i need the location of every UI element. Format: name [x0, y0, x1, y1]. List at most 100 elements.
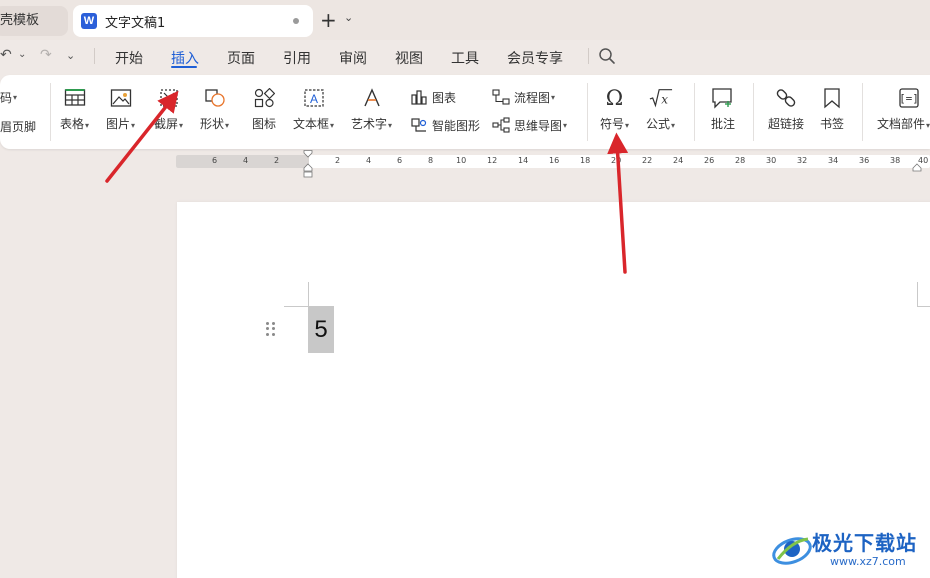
margin-corner-mark	[308, 282, 309, 306]
document-parts-label: 文档部件	[877, 117, 926, 131]
header-footer-button[interactable]: 眉页脚	[0, 118, 36, 135]
chart-button[interactable]: 图表	[410, 88, 456, 106]
menu-references[interactable]: 引用	[283, 48, 311, 68]
ruler-number: 8	[428, 156, 434, 165]
screenshot-button[interactable]: 截屏▾	[154, 86, 183, 132]
link-icon	[774, 86, 798, 110]
menu-member[interactable]: 会员专享	[507, 48, 563, 68]
site-watermark: 极光下载站 www.xz7.com	[770, 525, 925, 573]
menu-review[interactable]: 审阅	[339, 48, 367, 68]
formula-button[interactable]: x 公式▾	[646, 86, 675, 132]
page-number-label: 码	[0, 91, 13, 105]
menu-home[interactable]: 开始	[115, 48, 143, 68]
group-divider	[862, 83, 863, 141]
customize-chevron-icon[interactable]: ⌄	[66, 49, 75, 62]
svg-text:A: A	[310, 92, 318, 106]
chart-label: 图表	[432, 90, 457, 105]
right-indent-marker[interactable]	[912, 163, 922, 172]
chevron-down-icon: ▾	[13, 93, 18, 102]
chevron-down-icon: ▾	[179, 121, 184, 130]
chevron-down-icon[interactable]: ⌄	[344, 11, 353, 24]
ruler-number: 16	[549, 156, 560, 165]
picture-label: 图片	[106, 117, 131, 131]
first-line-indent-marker[interactable]	[303, 150, 313, 158]
paragraph-drag-handle-icon[interactable]	[266, 322, 276, 336]
unsaved-dot-icon[interactable]	[293, 18, 299, 24]
menu-insert[interactable]: 插入	[171, 48, 199, 68]
shapes-button[interactable]: 形状▾	[200, 86, 229, 132]
symbol-label: 符号	[600, 117, 625, 131]
ruler-number: 30	[766, 156, 777, 165]
mindmap-icon	[492, 116, 510, 134]
chevron-down-icon: ▾	[625, 121, 630, 130]
table-button[interactable]: 表格▾	[60, 86, 89, 132]
group-divider	[753, 83, 754, 141]
ruler-number: 36	[859, 156, 870, 165]
svg-text:[=]: [=]	[899, 92, 919, 105]
undo-button[interactable]: ↶	[0, 47, 12, 63]
ruler-number: 4	[243, 156, 249, 165]
smartart-button[interactable]: 智能图形	[410, 116, 480, 134]
table-label: 表格	[60, 117, 85, 131]
svg-text:x: x	[661, 93, 668, 107]
page-number-button[interactable]: 码 ▾	[0, 89, 17, 106]
textbox-button[interactable]: A 文本框▾	[293, 86, 334, 132]
ruler-number: 14	[518, 156, 529, 165]
undo-menu-chevron-icon[interactable]: ⌄	[18, 49, 26, 60]
document-parts-button[interactable]: [=] 文档部件▾	[877, 86, 930, 132]
chevron-down-icon: ▾	[388, 121, 393, 130]
menu-tools[interactable]: 工具	[451, 48, 479, 68]
ruler-number: 2	[274, 156, 280, 165]
shapes-label: 形状	[200, 117, 225, 131]
tab-document[interactable]: W 文字文稿1	[73, 5, 313, 37]
new-tab-button[interactable]: +	[320, 9, 337, 31]
flowchart-button[interactable]: 流程图 ▾	[492, 88, 555, 106]
selected-text[interactable]: 5	[308, 306, 334, 353]
mindmap-button[interactable]: 思维导图 ▾	[492, 116, 567, 134]
picture-button[interactable]: 图片▾	[106, 86, 135, 132]
margin-corner-mark	[284, 306, 308, 307]
chevron-down-icon: ▾	[563, 120, 568, 130]
chart-icon	[410, 88, 428, 106]
ruler-number: 38	[890, 156, 901, 165]
ruler-number: 12	[487, 156, 498, 165]
search-icon[interactable]	[598, 47, 616, 65]
smartart-label: 智能图形	[432, 118, 481, 133]
group-divider	[587, 83, 588, 141]
bookmark-label: 书签	[820, 117, 845, 131]
textbox-label: 文本框	[293, 117, 330, 131]
header-footer-label: 眉页脚	[0, 120, 37, 134]
hyperlink-button[interactable]: 超链接	[768, 86, 804, 132]
group-divider	[50, 83, 51, 141]
shapes-icon	[203, 86, 227, 110]
wordart-button[interactable]: 艺术字▾	[351, 86, 392, 132]
menu-page[interactable]: 页面	[227, 48, 255, 68]
omega-icon: Ω	[605, 86, 624, 110]
comment-label: 批注	[711, 117, 736, 131]
ruler-number: 6	[397, 156, 403, 165]
left-indent-marker[interactable]	[303, 163, 313, 179]
comment-icon	[711, 86, 735, 110]
picture-icon	[109, 86, 133, 110]
horizontal-ruler[interactable]: 6 4 2 2 4 6 8 10 12 14 16 18 20 22 24 26…	[176, 155, 930, 168]
chevron-down-icon: ▾	[85, 121, 90, 130]
menu-view[interactable]: 视图	[395, 48, 423, 68]
chevron-down-icon: ▾	[330, 121, 335, 130]
ruler-number: 26	[704, 156, 715, 165]
divider	[94, 48, 95, 64]
formula-label: 公式	[646, 117, 671, 131]
group-divider	[694, 83, 695, 141]
document-page[interactable]	[177, 202, 930, 578]
icons-button[interactable]: 图标	[252, 86, 276, 132]
redo-button[interactable]: ↷	[40, 47, 52, 63]
bookmark-button[interactable]: 书签	[820, 86, 844, 132]
ruler-number: 22	[642, 156, 653, 165]
comment-button[interactable]: 批注	[711, 86, 735, 132]
table-icon	[63, 86, 87, 110]
tab-templates[interactable]: 壳模板	[0, 6, 68, 36]
ruler-number: 4	[366, 156, 372, 165]
symbol-button[interactable]: Ω 符号▾	[600, 86, 629, 132]
document-parts-icon: [=]	[897, 86, 921, 110]
menu-bar: ↶ ⌄ ↷ ⌄ 开始 插入 页面 引用 审阅 视图 工具 会员专享	[0, 40, 930, 72]
bookmark-icon	[820, 86, 844, 110]
